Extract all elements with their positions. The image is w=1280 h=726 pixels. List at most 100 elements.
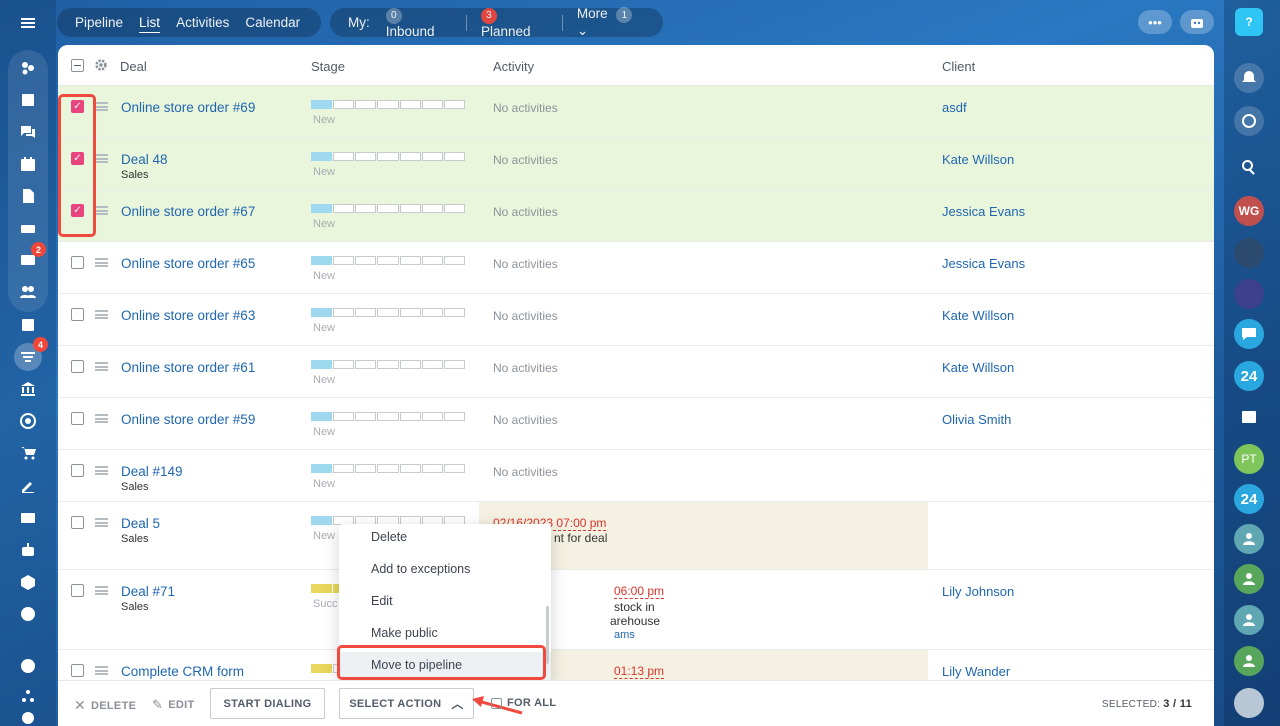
client-link[interactable]: Lily Johnson: [942, 584, 1014, 599]
edit-button[interactable]: ✎ EDIT: [152, 697, 194, 713]
help-question-icon[interactable]: ?: [1235, 8, 1263, 36]
drag-handle-icon[interactable]: [95, 666, 108, 675]
row-checkbox[interactable]: [71, 664, 84, 677]
drive-icon[interactable]: [16, 216, 40, 240]
contacts-icon[interactable]: [16, 280, 40, 304]
search-icon[interactable]: [1234, 152, 1264, 182]
delete-button[interactable]: ✕ DELETE: [74, 697, 136, 714]
checklist-icon[interactable]: [16, 313, 40, 337]
drag-handle-icon[interactable]: [95, 310, 108, 319]
bell-icon[interactable]: [1234, 63, 1264, 93]
calendar-icon[interactable]: [1234, 401, 1264, 431]
tasks-icon[interactable]: [16, 88, 40, 112]
menu-item-move-to-pipeline[interactable]: Move to pipeline: [339, 652, 551, 682]
for-all-checkbox[interactable]: FOR ALL: [491, 697, 556, 709]
row-checkbox[interactable]: [71, 516, 84, 529]
stage-progress[interactable]: [311, 464, 465, 473]
structure-icon[interactable]: [16, 684, 40, 708]
cart-icon[interactable]: [16, 441, 40, 465]
column-header-client[interactable]: Client: [942, 59, 975, 74]
deal-title-link[interactable]: Online store order #67: [121, 204, 255, 219]
menu-item-edit[interactable]: Edit: [339, 588, 551, 620]
drag-handle-icon[interactable]: [95, 154, 108, 163]
table-row[interactable]: Online store order #61 New No activities…: [58, 346, 1214, 398]
stage-progress[interactable]: [311, 204, 465, 213]
start-dialing-button[interactable]: START DIALING: [210, 688, 325, 719]
menu-item-add-to-exceptions[interactable]: Add to exceptions: [339, 556, 551, 588]
crm-filter-icon[interactable]: 4: [14, 337, 48, 371]
stage-progress[interactable]: [311, 412, 465, 421]
chat-icon[interactable]: [16, 120, 40, 144]
chat-group-icon[interactable]: [1234, 319, 1264, 349]
client-link[interactable]: Olivia Smith: [942, 412, 1011, 427]
table-row[interactable]: Deal #71 Sales Succ 06:00 pm stock in ar…: [58, 570, 1214, 650]
robot-icon[interactable]: [16, 538, 40, 562]
drag-handle-icon[interactable]: [95, 466, 108, 475]
stage-progress[interactable]: [311, 100, 465, 109]
more-down-icon[interactable]: [16, 602, 40, 626]
drag-handle-icon[interactable]: [95, 362, 108, 371]
table-row[interactable]: Online store order #69 New No activities…: [58, 86, 1214, 138]
column-header-stage[interactable]: Stage: [311, 59, 345, 74]
client-link[interactable]: Kate Willson: [942, 360, 1014, 375]
row-checkbox[interactable]: [71, 412, 84, 425]
table-row[interactable]: Deal #149 Sales New No activities: [58, 450, 1214, 502]
select-all-checkbox[interactable]: [71, 59, 84, 72]
box-icon[interactable]: [16, 570, 40, 594]
tab-pipeline[interactable]: Pipeline: [67, 15, 131, 30]
stage-progress[interactable]: [311, 152, 465, 161]
bitrix24-icon[interactable]: 24: [1234, 361, 1264, 391]
drag-handle-icon[interactable]: [95, 586, 108, 595]
table-row[interactable]: Online store order #65 New No activities…: [58, 242, 1214, 294]
drag-handle-icon[interactable]: [95, 102, 108, 111]
bitrix24-icon[interactable]: 24: [1234, 484, 1264, 514]
more-dots-icon[interactable]: •••: [1138, 10, 1172, 34]
tab-list[interactable]: List: [131, 15, 168, 30]
client-link[interactable]: asdf: [942, 100, 967, 115]
table-row[interactable]: Deal 48 Sales New No activities Kate Wil…: [58, 138, 1214, 190]
select-action-button[interactable]: SELECT ACTION ︿: [339, 688, 474, 719]
activity-stream-icon[interactable]: [16, 56, 40, 80]
row-checkbox[interactable]: [71, 464, 84, 477]
inbound-filter[interactable]: 0Inbound: [378, 6, 460, 39]
drag-handle-icon[interactable]: [95, 258, 108, 267]
client-link[interactable]: Kate Willson: [942, 308, 1014, 323]
avatar[interactable]: [1234, 279, 1264, 309]
avatar-wg[interactable]: WG: [1234, 196, 1264, 226]
row-checkbox[interactable]: [71, 100, 84, 113]
deal-title-link[interactable]: Online store order #61: [121, 360, 255, 375]
bank-icon[interactable]: [16, 377, 40, 401]
row-checkbox[interactable]: [71, 256, 84, 269]
menu-item-delete[interactable]: Delete: [339, 524, 551, 556]
tab-calendar[interactable]: Calendar: [237, 15, 308, 30]
deal-title-link[interactable]: Complete CRM form: [121, 664, 244, 679]
user-group-icon[interactable]: [1234, 564, 1264, 594]
deal-title-link[interactable]: Online store order #59: [121, 412, 255, 427]
table-row[interactable]: Online store order #67 New No activities…: [58, 190, 1214, 242]
settings-gear-icon[interactable]: [16, 706, 40, 726]
mail-icon[interactable]: 2: [16, 242, 46, 272]
menu-item-make-public[interactable]: Make public: [339, 620, 551, 652]
column-header-deal[interactable]: Deal: [120, 59, 147, 74]
avatar[interactable]: [1234, 238, 1264, 268]
deal-title-link[interactable]: Online store order #69: [121, 100, 255, 115]
client-link[interactable]: Lily Wander: [942, 664, 1010, 679]
help-icon[interactable]: [16, 654, 40, 678]
row-checkbox[interactable]: [71, 308, 84, 321]
avatar-pt[interactable]: PT: [1234, 444, 1264, 474]
row-checkbox[interactable]: [71, 360, 84, 373]
user-group-icon[interactable]: [1234, 524, 1264, 554]
drag-handle-icon[interactable]: [95, 206, 108, 215]
user-group-icon[interactable]: [1234, 646, 1264, 676]
activity-deadline[interactable]: 01:13 pm: [614, 664, 665, 679]
deal-title-link[interactable]: Deal 5: [121, 516, 160, 531]
table-row[interactable]: Online store order #63 New No activities…: [58, 294, 1214, 346]
deal-title-link[interactable]: Online store order #63: [121, 308, 255, 323]
signature-icon[interactable]: [16, 474, 40, 498]
deal-title-link[interactable]: Online store order #65: [121, 256, 255, 271]
id-card-icon[interactable]: [16, 506, 40, 530]
column-header-activity[interactable]: Activity: [493, 59, 534, 74]
tab-activities[interactable]: Activities: [168, 15, 237, 30]
hamburger-icon[interactable]: [16, 11, 40, 35]
drag-handle-icon[interactable]: [95, 518, 108, 527]
